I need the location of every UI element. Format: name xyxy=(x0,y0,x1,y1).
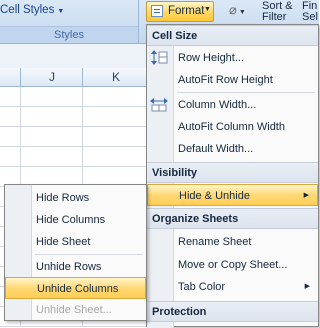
menu-separator xyxy=(35,254,143,255)
autofit-row-height-item[interactable]: AutoFit Row Height xyxy=(147,69,318,91)
format-icon xyxy=(151,5,163,17)
column-width-item[interactable]: Column Width... xyxy=(147,94,318,116)
rename-sheet-label: Rename Sheet xyxy=(178,236,252,248)
default-width-item[interactable]: Default Width... xyxy=(147,138,318,160)
row-height-label: Row Height... xyxy=(178,52,245,64)
default-width-label: Default Width... xyxy=(178,143,254,155)
clear-button[interactable]: ⌀ ▼ xyxy=(229,2,259,20)
move-copy-sheet-item[interactable]: Move or Copy Sheet... xyxy=(147,254,318,276)
eraser-icon: ⌀ xyxy=(229,2,237,17)
hide-rows-label: Hide Rows xyxy=(36,192,90,204)
column-headers: J K xyxy=(0,68,148,87)
menu-separator xyxy=(177,92,315,93)
hide-unhide-submenu: Hide Rows Hide Columns Hide Sheet Unhide… xyxy=(4,184,147,321)
hide-unhide-label: Hide & Unhide xyxy=(179,190,250,202)
find-select-button[interactable]: Fin Sel xyxy=(302,1,318,23)
styles-group-label: Styles xyxy=(0,26,138,43)
cell-styles-button[interactable]: Cell Styles ▼ xyxy=(0,4,64,16)
column-header-j[interactable]: J xyxy=(20,68,83,86)
autofit-column-width-item[interactable]: AutoFit Column Width xyxy=(147,116,318,138)
row-height-icon xyxy=(150,50,168,65)
hide-rows-item[interactable]: Hide Rows xyxy=(5,187,146,209)
column-width-icon xyxy=(150,97,168,112)
chevron-down-icon: ▼ xyxy=(57,8,65,15)
hide-unhide-item[interactable]: Hide & Unhide ▶ xyxy=(147,184,318,206)
chevron-down-icon: ▼ xyxy=(238,9,246,16)
autofit-row-height-label: AutoFit Row Height xyxy=(178,74,273,86)
hide-columns-label: Hide Columns xyxy=(36,214,106,226)
move-copy-sheet-label: Move or Copy Sheet... xyxy=(178,259,288,271)
unhide-rows-label: Unhide Rows xyxy=(36,261,102,273)
format-button[interactable]: Format ▼ xyxy=(146,1,214,22)
format-button-label: Format xyxy=(168,5,205,17)
unhide-sheet-label: Unhide Sheet... xyxy=(36,304,112,316)
sort-filter-button[interactable]: Sort & Filter xyxy=(262,1,293,23)
format-menu: Cell Size Row Height... AutoFit Row Heig… xyxy=(146,24,319,328)
autofit-column-width-label: AutoFit Column Width xyxy=(178,121,285,133)
tab-color-item[interactable]: Tab Color ▶ xyxy=(147,276,318,298)
submenu-arrow-icon: ▶ xyxy=(304,283,310,290)
hide-sheet-label: Hide Sheet xyxy=(36,236,91,248)
unhide-rows-item[interactable]: Unhide Rows xyxy=(5,256,146,278)
unhide-sheet-item: Unhide Sheet... xyxy=(5,299,146,321)
unhide-columns-label: Unhide Columns xyxy=(37,283,119,295)
organize-sheets-header: Organize Sheets xyxy=(147,208,318,229)
cell-styles-label: Cell Styles xyxy=(0,4,55,16)
hide-columns-item[interactable]: Hide Columns xyxy=(5,209,146,231)
formula-bar-area xyxy=(0,44,148,69)
group-divider xyxy=(138,0,139,43)
submenu-arrow-icon: ▶ xyxy=(303,192,309,199)
column-header-k[interactable]: K xyxy=(82,68,149,86)
cell-size-header: Cell Size xyxy=(147,25,318,46)
hide-sheet-item[interactable]: Hide Sheet xyxy=(5,231,146,253)
unhide-columns-item[interactable]: Unhide Columns xyxy=(5,277,146,299)
column-width-label: Column Width... xyxy=(178,99,257,111)
visibility-header: Visibility xyxy=(147,162,318,183)
row-height-item[interactable]: Row Height... xyxy=(147,47,318,69)
rename-sheet-item[interactable]: Rename Sheet xyxy=(147,231,318,253)
chevron-down-icon: ▼ xyxy=(204,6,211,13)
protection-header: Protection xyxy=(147,301,318,322)
tab-color-label: Tab Color xyxy=(178,281,226,293)
